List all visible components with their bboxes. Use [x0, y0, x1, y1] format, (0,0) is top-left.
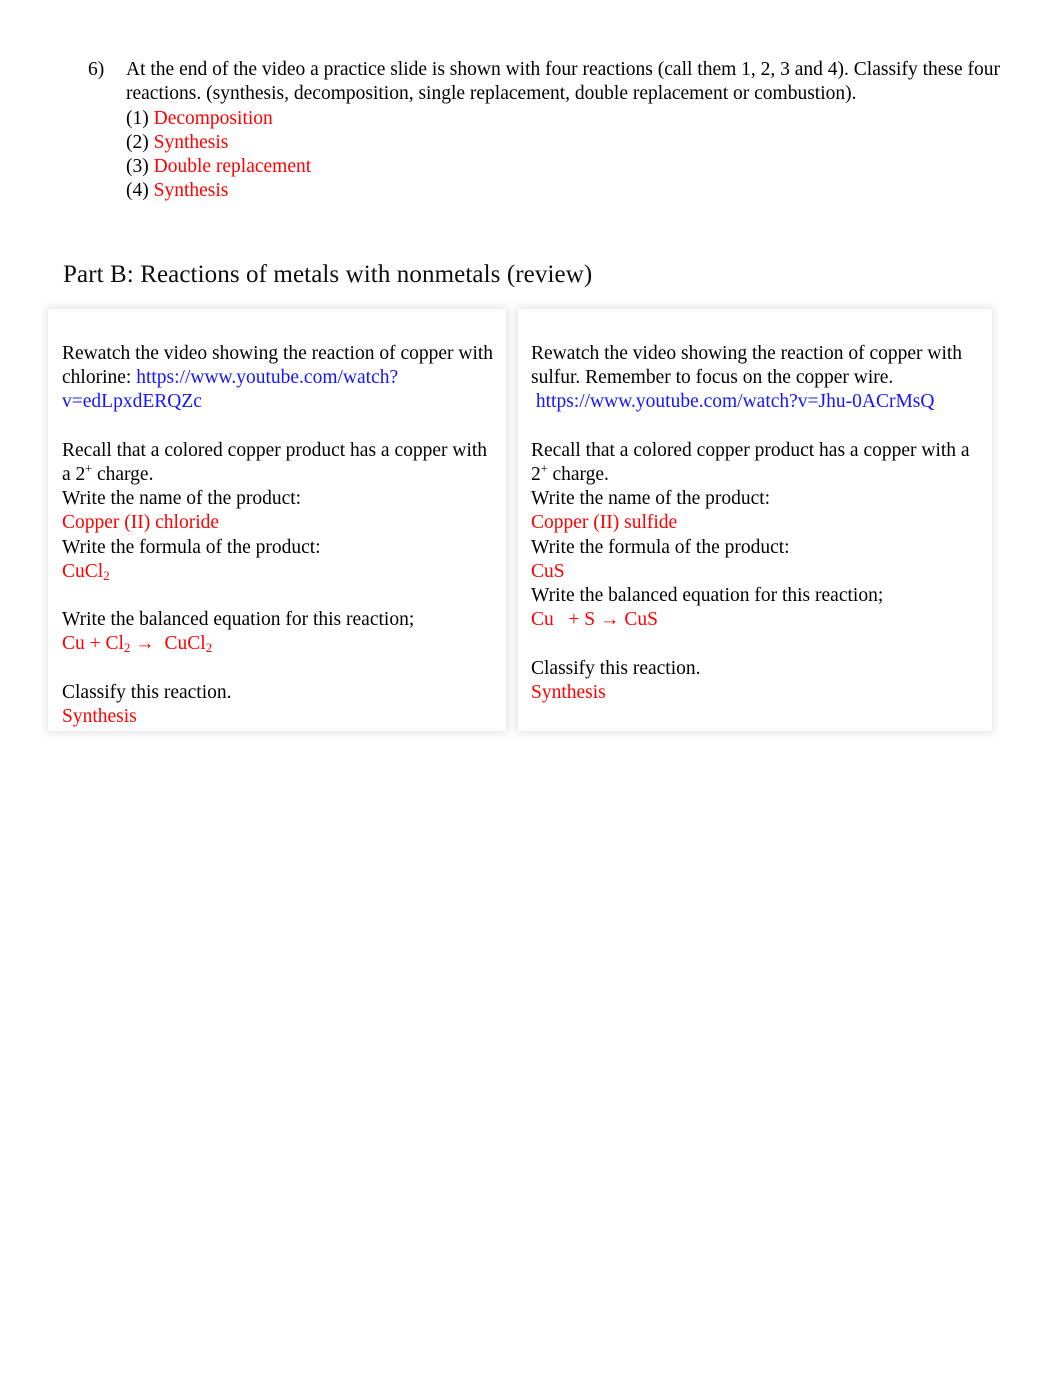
left-prompt-equation: Write the balanced equation for this rea…: [62, 609, 415, 631]
question-6-block: 6) At the end of the video a practice sl…: [88, 58, 1004, 203]
left-recall-paragraph: Recall that a colored copper product has…: [62, 439, 498, 487]
left-formula-base: CuCl: [62, 560, 104, 582]
right-prompt-name: Write the name of the product:: [531, 488, 771, 510]
left-eq-product: CuCl: [159, 633, 206, 655]
answer-value-3: Double replacement: [153, 156, 312, 177]
left-answer-equation: Cu + Cl2 → CuCl2: [62, 632, 498, 656]
right-recall-paragraph: Recall that a colored copper product has…: [531, 439, 982, 487]
left-formula-subscript: 2: [103, 568, 110, 583]
answer-item-3: (3) Double replacement: [126, 155, 1004, 179]
right-video-link[interactable]: https://www.youtube.com/watch?v=Jhu-0ACr…: [536, 391, 935, 412]
right-answer-classify: Synthesis: [531, 681, 606, 703]
right-answer-formula: CuS: [531, 560, 565, 582]
left-eq-arrow: →: [130, 633, 160, 655]
part-b-heading: Part B: Reactions of metals with nonmeta…: [63, 261, 593, 288]
question-6-answer-list: (1) Decomposition (2) Synthesis (3) Doub…: [88, 107, 1004, 203]
left-answer-classify: Synthesis: [62, 706, 137, 727]
right-answer-name: Copper (II) sulfide: [531, 512, 678, 534]
answer-item-4: (4) Synthesis: [126, 179, 1004, 203]
left-eq-reactant-2: Cl: [105, 633, 124, 655]
left-prompt-classify: Classify this reaction.: [62, 681, 232, 703]
right-link-paragraph: https://www.youtube.com/watch?v=Jhu-0ACr…: [531, 390, 982, 414]
left-spacer-3: [62, 657, 498, 681]
table-column-divider: [506, 309, 518, 731]
question-number: 6): [88, 59, 105, 80]
left-spacer-1: [62, 415, 498, 439]
table-row: Rewatch the video showing the reaction o…: [48, 309, 992, 731]
right-prompt-classify: Classify this reaction.: [531, 657, 701, 679]
left-answer-name: Copper (II) chloride: [62, 512, 220, 534]
table-cell-sulfur: Rewatch the video showing the reaction o…: [518, 309, 992, 731]
left-answer-formula: CuCl2: [62, 560, 498, 584]
question-text: At the end of the video a practice slide…: [126, 59, 1001, 104]
right-spacer-2: [531, 632, 982, 656]
left-prompt-name: Write the name of the product:: [62, 488, 302, 510]
right-prompt-formula: Write the formula of the product:: [531, 536, 790, 558]
document-page: 6) At the end of the video a practice sl…: [0, 0, 1062, 1377]
answer-label-1: (1): [126, 108, 149, 129]
left-intro-paragraph: Rewatch the video showing the reaction o…: [62, 342, 498, 415]
question-6-row: 6) At the end of the video a practice sl…: [88, 58, 1004, 106]
right-intro-paragraph: Rewatch the video showing the reaction o…: [531, 343, 963, 389]
answer-label-4: (4): [126, 180, 149, 201]
right-answer-equation: Cu + S → CuS: [531, 609, 658, 631]
answer-item-1: (1) Decomposition: [126, 107, 1004, 131]
left-eq-plus: +: [84, 633, 106, 655]
answer-value-4: Synthesis: [153, 180, 229, 201]
right-charge-superscript: +: [540, 461, 548, 476]
left-eq-reactant-1: Cu: [62, 633, 85, 655]
part-b-table: Rewatch the video showing the reaction o…: [48, 309, 992, 731]
left-eq-product-subscript: 2: [205, 641, 213, 656]
answer-value-1: Decomposition: [153, 108, 273, 129]
table-cell-chlorine: Rewatch the video showing the reaction o…: [48, 309, 506, 731]
right-recall-text-2: charge.: [547, 464, 609, 485]
left-spacer-2: [62, 584, 498, 608]
left-recall-text-2: charge.: [92, 464, 154, 485]
answer-label-2: (2): [126, 132, 149, 153]
answer-item-2: (2) Synthesis: [126, 131, 1004, 155]
left-prompt-formula: Write the formula of the product:: [62, 536, 321, 558]
right-spacer-1: [531, 415, 982, 439]
answer-value-2: Synthesis: [153, 132, 229, 153]
answer-label-3: (3): [126, 156, 149, 177]
right-prompt-equation: Write the balanced equation for this rea…: [531, 585, 884, 607]
